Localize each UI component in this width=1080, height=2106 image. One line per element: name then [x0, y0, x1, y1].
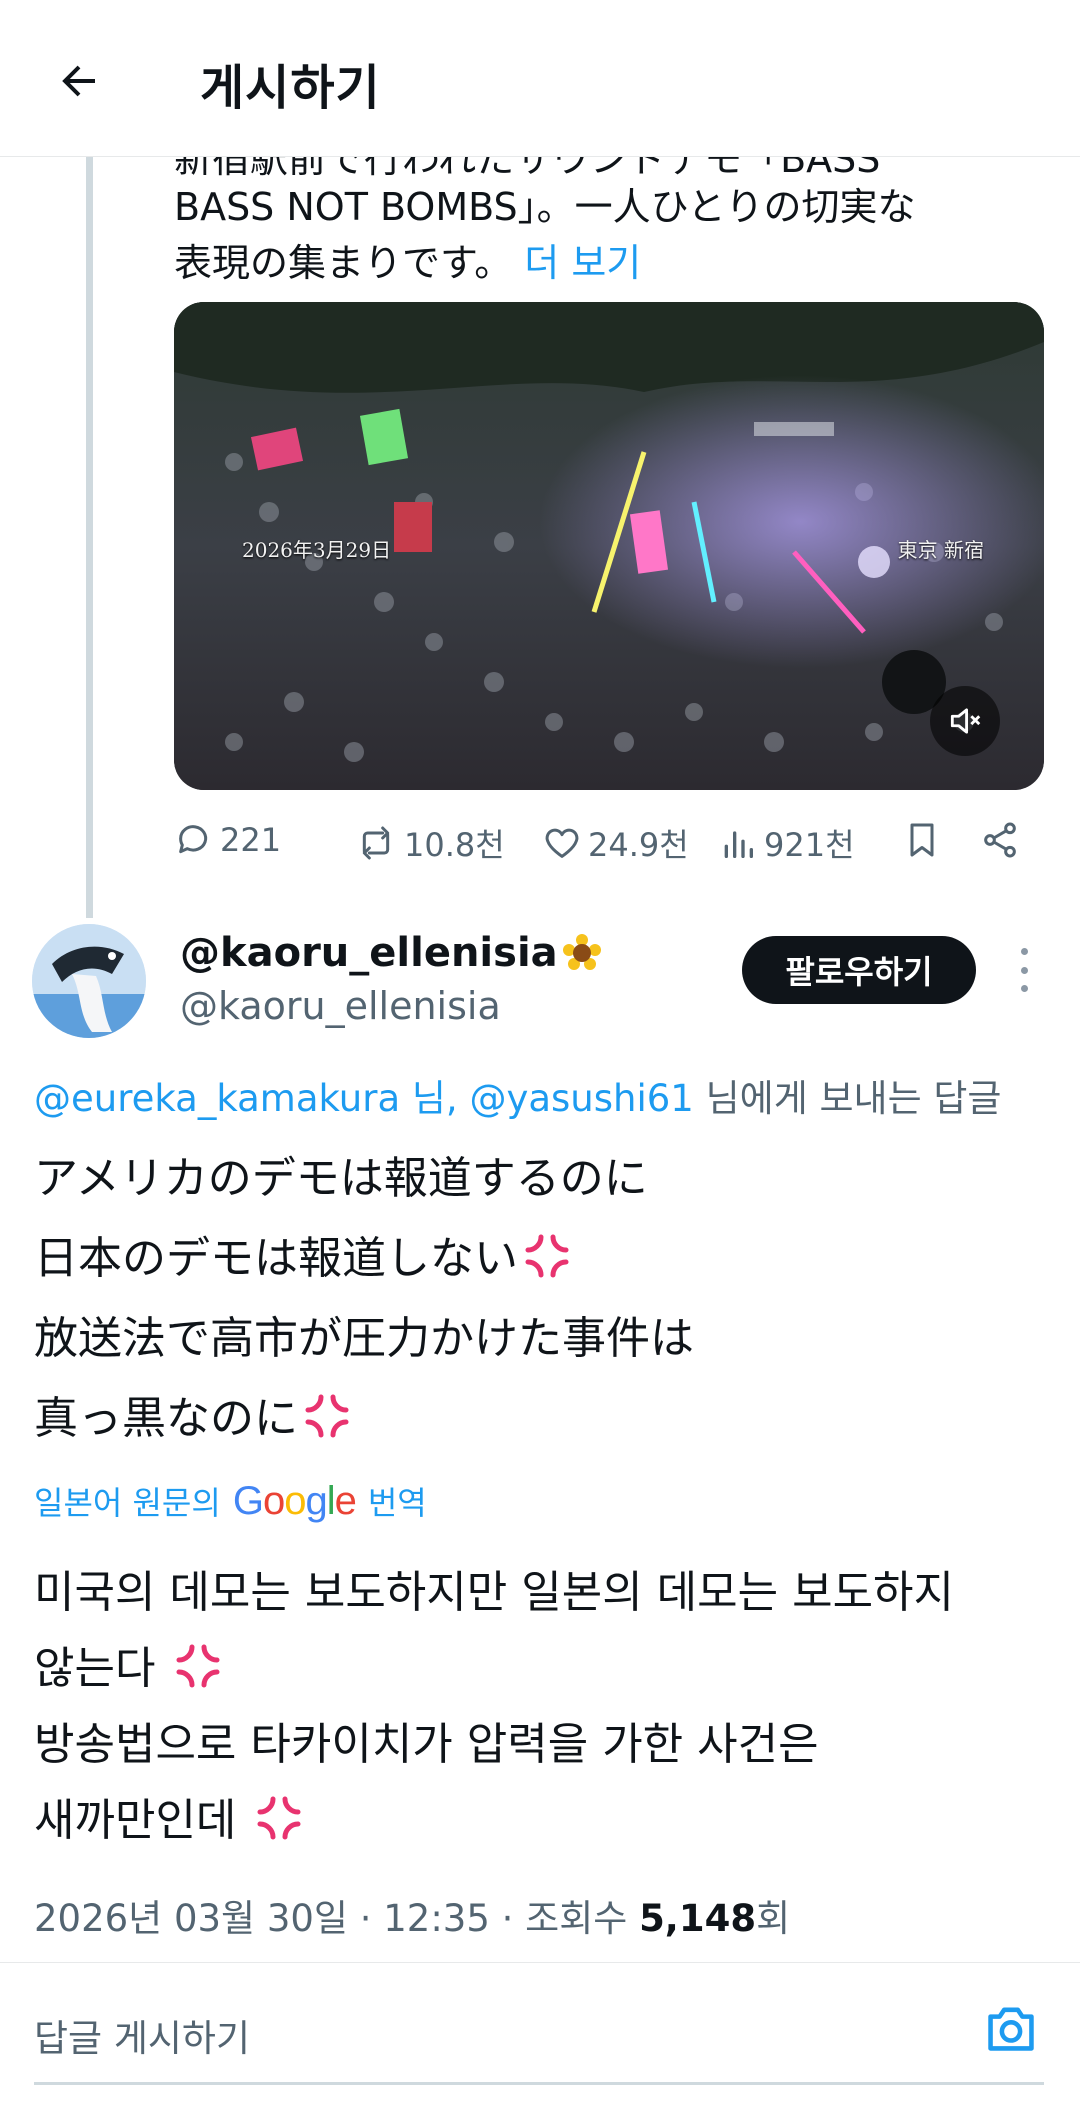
- previous-post-text-line: BASS NOT BOMBS」。一人ひとりの切実な: [174, 185, 916, 229]
- translated-text-line: 미국의 데모는 보도하지만 일본의 데모는 보도하지: [34, 1567, 955, 1618]
- view-count-total: 5,148: [639, 1897, 757, 1940]
- arrow-left-icon: [62, 65, 95, 97]
- back-button[interactable]: [44, 46, 114, 116]
- page-title: 게시하기: [200, 60, 381, 116]
- post-text-line: 日本のデモは報道しない: [34, 1222, 572, 1286]
- like-action[interactable]: 24.9천: [542, 820, 689, 866]
- divider: [0, 1962, 1080, 1963]
- post-text-line: アメリカのデモは報道するのに: [34, 1153, 648, 1204]
- speaker-mute-icon: [950, 708, 981, 734]
- post-text-line: 放送法で高市が圧力かけた事件は: [34, 1313, 694, 1364]
- video-player[interactable]: 2026年3月29日 東京 新宿: [174, 302, 1044, 790]
- share-button[interactable]: [980, 820, 1026, 860]
- bookmark-button[interactable]: [902, 820, 948, 860]
- previous-post-text-line: 表現の集まりです。 더 보기: [174, 241, 642, 285]
- repost-count: 10.8천: [404, 826, 505, 864]
- avatar-image: [32, 924, 146, 1038]
- views-action[interactable]: 921천: [718, 820, 855, 866]
- more-dot-icon: [1020, 948, 1028, 955]
- bar-chart-icon: [724, 831, 753, 858]
- anger-symbol-icon: [525, 1234, 569, 1278]
- display-name[interactable]: @kaoru_ellenisia: [180, 930, 602, 976]
- more-dot-icon: [1020, 966, 1028, 974]
- more-options-button[interactable]: [1006, 948, 1042, 992]
- speech-bubble-icon: [179, 825, 208, 854]
- thread-connector-line: [86, 156, 93, 918]
- follow-button[interactable]: 팔로우하기: [742, 936, 976, 1004]
- more-dot-icon: [1020, 985, 1028, 992]
- google-logo: Google: [232, 1478, 357, 1523]
- anger-symbol-icon: [176, 1644, 220, 1688]
- translated-text-line: 새까만인데: [34, 1784, 304, 1848]
- sunflower-icon: [562, 934, 601, 970]
- video-place-caption: 東京 新宿: [897, 538, 984, 562]
- camera-button[interactable]: [978, 1998, 1044, 2058]
- video-date-caption: 2026年3月29日: [242, 538, 392, 562]
- translated-text-line: 방송법으로 타카이치가 압력을 가한 사건은: [34, 1719, 819, 1770]
- post-text-line: 真っ黒なのに: [34, 1382, 352, 1446]
- mention-link[interactable]: @yasushi61: [469, 1077, 693, 1120]
- like-count: 24.9천: [588, 826, 689, 864]
- share-icon: [984, 822, 1016, 858]
- repost-action[interactable]: 10.8천: [354, 820, 505, 866]
- avatar[interactable]: [32, 924, 146, 1038]
- reply-count: 221: [220, 821, 282, 859]
- repost-icon: [362, 826, 390, 860]
- anger-symbol-icon: [257, 1796, 301, 1840]
- anger-symbol-icon: [305, 1394, 349, 1438]
- reply-action[interactable]: 221: [174, 820, 281, 860]
- user-handle[interactable]: @kaoru_ellenisia: [180, 984, 501, 1028]
- mute-button[interactable]: [930, 686, 1000, 756]
- view-count: 921천: [764, 826, 855, 864]
- replying-to-line: @eureka_kamakura 님, @yasushi61 님에게 보내는 답…: [34, 1077, 1002, 1120]
- previous-post-action-bar: 221 10.8천 24.9천 921천: [174, 812, 1044, 872]
- show-more-link[interactable]: 더 보기: [524, 241, 641, 285]
- composer-underline: [34, 2082, 1044, 2085]
- camera-icon: [988, 2007, 1034, 2051]
- heart-icon: [545, 828, 579, 858]
- mention-link[interactable]: @eureka_kamakura 님,: [34, 1077, 458, 1120]
- post-metadata: 2026년 03월 30일 · 12:35 · 조회수 5,148회: [34, 1897, 791, 1940]
- reply-composer-input[interactable]: 답글 게시하기: [34, 2008, 250, 2062]
- top-bar: 게시하기: [0, 0, 1080, 157]
- bookmark-icon: [910, 823, 934, 857]
- translation-label[interactable]: 일본어 원문의 Google 번역: [34, 1478, 427, 1524]
- translated-text-line: 않는다: [34, 1632, 223, 1696]
